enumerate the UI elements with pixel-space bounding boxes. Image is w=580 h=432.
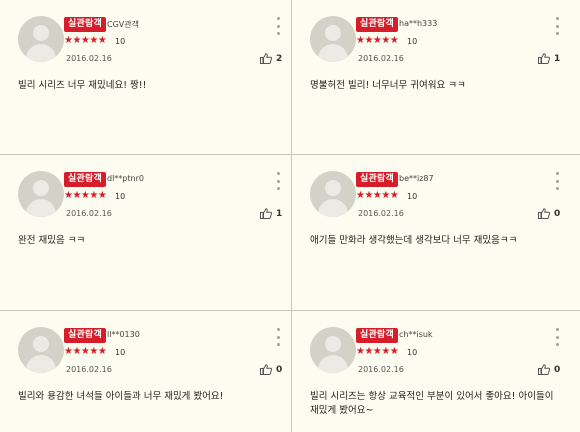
like-button[interactable]: 2: [260, 53, 282, 64]
review-date: 2016.02.16: [66, 54, 112, 63]
rating-score: 10: [115, 37, 126, 46]
star-rating: ★★★★★: [356, 190, 399, 201]
star-rating: ★★★★★: [64, 35, 107, 46]
more-options-icon[interactable]: [276, 328, 280, 346]
review-card: 실관람객 ha**h333 ★★★★★ 10 2016.02.16 1 명불허전…: [292, 0, 580, 155]
like-count: 2: [276, 53, 283, 64]
verified-viewer-badge: 실관람객: [356, 17, 398, 32]
review-card: 실관람객 ll**0130 ★★★★★ 10 2016.02.16 0 빌리와 …: [0, 311, 292, 432]
reviewer-id: be**iz87: [399, 174, 434, 183]
thumbs-up-icon: [260, 53, 272, 64]
reviewer-id: CGV관객: [107, 20, 139, 29]
star-rating: ★★★★★: [356, 35, 399, 46]
star-rating: ★★★★★: [64, 346, 107, 357]
more-options-icon[interactable]: [555, 172, 559, 190]
more-options-icon[interactable]: [276, 172, 280, 190]
reviewer-id: ll**0130: [107, 330, 140, 339]
more-options-icon[interactable]: [276, 17, 280, 35]
reviewer-id: ha**h333: [399, 19, 438, 28]
like-count: 1: [554, 53, 561, 64]
like-button[interactable]: 0: [260, 364, 282, 375]
avatar: [310, 16, 356, 62]
review-date: 2016.02.16: [66, 365, 112, 374]
review-date: 2016.02.16: [358, 365, 404, 374]
like-button[interactable]: 1: [260, 208, 282, 219]
reviewer-id: dl**ptnr0: [107, 174, 144, 183]
star-rating: ★★★★★: [356, 346, 399, 357]
review-date: 2016.02.16: [66, 209, 112, 218]
review-text: 명불허전 빌리! 너무너무 귀여워요 ㅋㅋ: [310, 80, 466, 91]
review-text: 완전 재밌음 ㅋㅋ: [18, 235, 86, 246]
reviewer-id: ch**isuk: [399, 330, 433, 339]
verified-viewer-badge: 실관람객: [64, 328, 106, 343]
avatar: [18, 16, 64, 62]
thumbs-up-icon: [538, 364, 550, 375]
like-count: 1: [276, 208, 283, 219]
like-count: 0: [554, 208, 561, 219]
thumbs-up-icon: [260, 364, 272, 375]
rating-score: 10: [115, 348, 126, 357]
like-count: 0: [554, 364, 561, 375]
thumbs-up-icon: [538, 208, 550, 219]
verified-viewer-badge: 실관람객: [356, 328, 398, 343]
review-text: 빌리와 용감한 녀석들 아이들과 너무 재밌게 봤어요!: [18, 391, 224, 402]
verified-viewer-badge: 실관람객: [64, 17, 106, 32]
more-options-icon[interactable]: [555, 17, 559, 35]
review-card: 실관람객 ch**isuk ★★★★★ 10 2016.02.16 0 빌리 시…: [292, 311, 580, 432]
like-count: 0: [276, 364, 283, 375]
rating-score: 10: [115, 192, 126, 201]
review-text: 빌리 시리즈는 항상 교육적인 부분이 있어서 좋아요! 아이들이 재밌게 봤어…: [310, 391, 554, 416]
avatar: [310, 171, 356, 217]
review-card: 실관람객 CGV관객 ★★★★★ 10 2016.02.16 2 빌리 시리즈 …: [0, 0, 292, 155]
review-text: 빌리 시리즈 너무 재밌네요! 짱!!: [18, 80, 147, 91]
verified-viewer-badge: 실관람객: [356, 172, 398, 187]
like-button[interactable]: 0: [538, 208, 560, 219]
verified-viewer-badge: 실관람객: [64, 172, 106, 187]
thumbs-up-icon: [538, 53, 550, 64]
review-text: 애기들 만화라 생각했는데 생각보다 너무 재밌음ㅋㅋ: [310, 235, 518, 246]
review-date: 2016.02.16: [358, 54, 404, 63]
thumbs-up-icon: [260, 208, 272, 219]
avatar: [310, 327, 356, 373]
star-rating: ★★★★★: [64, 190, 107, 201]
rating-score: 10: [407, 192, 418, 201]
more-options-icon[interactable]: [555, 328, 559, 346]
avatar: [18, 171, 64, 217]
review-grid: 실관람객 CGV관객 ★★★★★ 10 2016.02.16 2 빌리 시리즈 …: [0, 0, 580, 432]
review-card: 실관람객 dl**ptnr0 ★★★★★ 10 2016.02.16 1 완전 …: [0, 155, 292, 311]
review-date: 2016.02.16: [358, 209, 404, 218]
review-card: 실관람객 be**iz87 ★★★★★ 10 2016.02.16 0 애기들 …: [292, 155, 580, 311]
like-button[interactable]: 0: [538, 364, 560, 375]
rating-score: 10: [407, 348, 418, 357]
rating-score: 10: [407, 37, 418, 46]
like-button[interactable]: 1: [538, 53, 560, 64]
avatar: [18, 327, 64, 373]
